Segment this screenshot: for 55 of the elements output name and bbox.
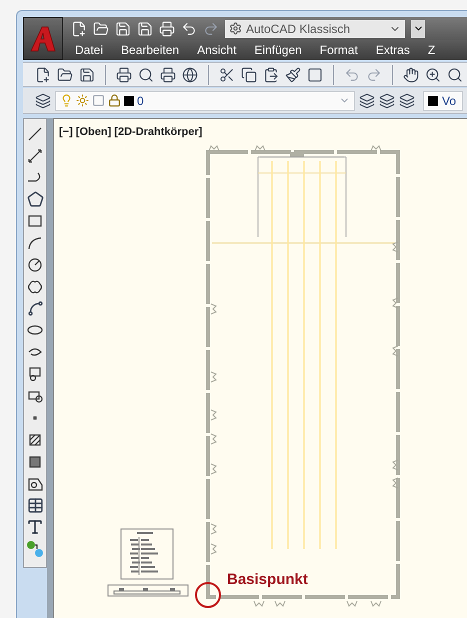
- menu-item[interactable]: Extras: [376, 41, 410, 59]
- application-menu-button[interactable]: [23, 17, 63, 60]
- menu-item[interactable]: Bearbeiten: [121, 41, 180, 59]
- layer-manager-icon[interactable]: [35, 92, 51, 108]
- viewport-label[interactable]: [−] [Oben] [2D-Drahtkörper]: [59, 124, 202, 140]
- spline-icon[interactable]: [26, 300, 44, 317]
- layer-current-icon[interactable]: [359, 92, 375, 108]
- light-bulb-icon: [60, 94, 73, 107]
- customize-toolbar-button[interactable]: [411, 20, 425, 38]
- base-point-annotation: Basispunkt: [227, 570, 308, 590]
- table-icon[interactable]: [26, 497, 44, 514]
- globe-icon[interactable]: [182, 66, 198, 82]
- menu-item[interactable]: Datei: [75, 41, 104, 59]
- menu-item[interactable]: Ansicht: [197, 41, 236, 59]
- open-folder-icon[interactable]: [57, 66, 73, 82]
- sun-icon: [76, 94, 89, 107]
- revision-cloud-icon[interactable]: [26, 278, 44, 296]
- print-icon[interactable]: [116, 66, 132, 82]
- color-dropdown[interactable]: Vo: [423, 90, 463, 110]
- match-properties-icon[interactable]: [285, 66, 301, 82]
- cut-icon[interactable]: [219, 66, 235, 82]
- paste-icon[interactable]: [263, 66, 279, 82]
- menu-item[interactable]: Einfügen: [254, 41, 302, 59]
- layer-states-icon[interactable]: [399, 92, 415, 108]
- line-icon[interactable]: [26, 125, 44, 143]
- lock-icon: [108, 94, 121, 107]
- layer-name: 0: [137, 92, 145, 110]
- construction-line-icon[interactable]: [26, 147, 44, 165]
- zoom-window-icon[interactable]: [447, 66, 463, 82]
- menu-item[interactable]: Z: [428, 41, 436, 59]
- polygon-icon[interactable]: [26, 191, 44, 208]
- gear-icon: [229, 22, 242, 35]
- layer-previous-icon[interactable]: [379, 92, 395, 108]
- preview-icon[interactable]: [138, 66, 154, 82]
- save-as-icon[interactable]: [137, 20, 153, 36]
- print-icon[interactable]: [159, 20, 175, 36]
- layer-color-swatch: [124, 96, 134, 106]
- zoom-icon[interactable]: [425, 66, 441, 82]
- save-icon[interactable]: [79, 66, 95, 82]
- workspace-dropdown[interactable]: AutoCAD Klassisch: [225, 20, 405, 38]
- menu-item[interactable]: Format: [320, 41, 358, 59]
- legend-drawing: [120, 528, 174, 580]
- circle-icon[interactable]: [26, 256, 44, 274]
- undo-icon[interactable]: [181, 20, 197, 36]
- letter-a-logo-icon: [28, 24, 58, 54]
- layer-dropdown[interactable]: 0: [55, 90, 355, 110]
- color-swatch: [428, 96, 438, 106]
- base-point-circle: [195, 582, 221, 608]
- pan-hand-icon[interactable]: [403, 66, 419, 82]
- redo-icon[interactable]: [203, 20, 219, 36]
- copy-icon[interactable]: [241, 66, 257, 82]
- open-folder-icon[interactable]: [93, 20, 109, 36]
- new-file-icon[interactable]: [35, 66, 51, 82]
- new-file-icon[interactable]: [71, 20, 87, 36]
- text-letter-icon[interactable]: [26, 518, 44, 536]
